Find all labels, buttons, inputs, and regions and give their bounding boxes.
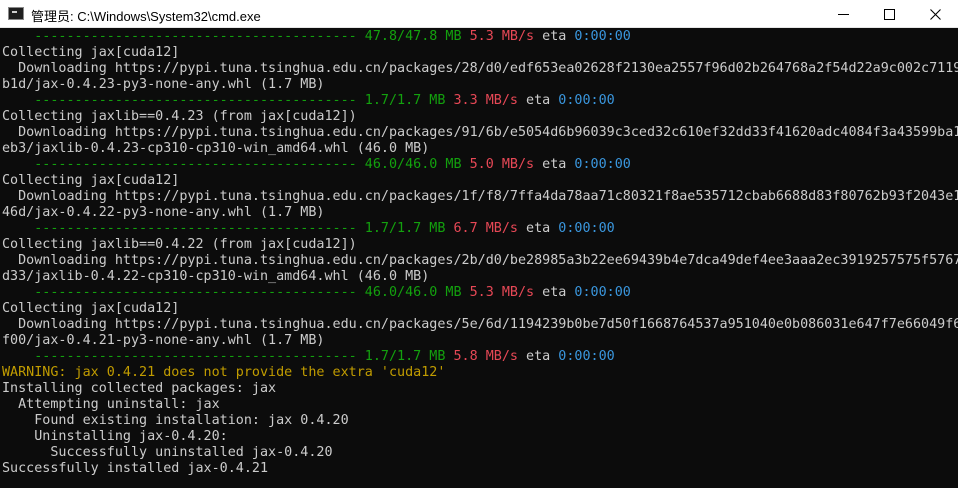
console-text: eta	[542, 285, 575, 300]
console-text: 0:00:00	[574, 29, 631, 44]
console-text: ----------------------------------------	[2, 93, 365, 108]
console-text: 5.3 MB/s	[469, 285, 543, 300]
console-text: 5.0 MB/s	[469, 157, 543, 172]
console-text: Collecting jaxlib==0.4.22 (from jax[cuda…	[2, 237, 357, 252]
console-line: Installing collected packages: jax	[2, 381, 276, 397]
console-text: eta	[542, 157, 575, 172]
cmd-app-icon[interactable]	[8, 7, 24, 20]
console-text: 0:00:00	[558, 349, 615, 364]
console-text: ----------------------------------------	[2, 349, 365, 364]
console-line: WARNING: jax 0.4.21 does not provide the…	[2, 365, 445, 381]
console-output[interactable]: ----------------------------------------…	[0, 28, 958, 488]
console-text: Successfully installed jax-0.4.21	[2, 461, 269, 476]
console-line: f00/jax-0.4.21-py3-none-any.whl (1.7 MB)	[2, 333, 324, 349]
console-line: 46d/jax-0.4.22-py3-none-any.whl (1.7 MB)	[2, 205, 324, 221]
console-line: ----------------------------------------…	[2, 29, 631, 45]
console-text: d33/jaxlib-0.4.22-cp310-cp310-win_amd64.…	[2, 269, 430, 284]
minimize-button[interactable]	[820, 0, 866, 28]
console-text: Installing collected packages: jax	[2, 381, 277, 396]
console-text: 0:00:00	[574, 157, 631, 172]
console-text: Downloading https://pypi.tuna.tsinghua.e…	[2, 61, 958, 76]
console-line: ----------------------------------------…	[2, 285, 631, 301]
console-line: Downloading https://pypi.tuna.tsinghua.e…	[2, 125, 958, 141]
console-text: eb3/jaxlib-0.4.23-cp310-cp310-win_amd64.…	[2, 141, 430, 156]
console-line: b1d/jax-0.4.23-py3-none-any.whl (1.7 MB)	[2, 77, 324, 93]
console-text: Downloading https://pypi.tuna.tsinghua.e…	[2, 253, 958, 268]
close-button[interactable]	[912, 0, 958, 28]
close-icon	[929, 8, 941, 20]
maximize-button[interactable]	[866, 0, 912, 28]
console-line: Collecting jaxlib==0.4.23 (from jax[cuda…	[2, 109, 357, 125]
console-text: ----------------------------------------	[2, 157, 365, 172]
console-text: 46.0/46.0 MB	[364, 285, 470, 300]
console-text: 5.8 MB/s	[453, 349, 527, 364]
console-text: Successfully uninstalled jax-0.4.20	[2, 445, 333, 460]
console-line: Downloading https://pypi.tuna.tsinghua.e…	[2, 253, 958, 269]
console-text: 0:00:00	[558, 221, 615, 236]
console-line: Downloading https://pypi.tuna.tsinghua.e…	[2, 61, 958, 77]
console-text: 6.7 MB/s	[453, 221, 527, 236]
console-line: Collecting jax[cuda12]	[2, 301, 179, 317]
console-text: ----------------------------------------	[2, 285, 365, 300]
console-text: 46.0/46.0 MB	[364, 157, 470, 172]
console-text: Collecting jax[cuda12]	[2, 173, 180, 188]
console-text: 1.7/1.7 MB	[364, 349, 454, 364]
console-line: Collecting jaxlib==0.4.22 (from jax[cuda…	[2, 237, 357, 253]
console-text: 0:00:00	[558, 93, 615, 108]
console-line: d33/jaxlib-0.4.22-cp310-cp310-win_amd64.…	[2, 269, 429, 285]
console-text: eta	[526, 221, 559, 236]
console-line: ----------------------------------------…	[2, 93, 615, 109]
console-text: b1d/jax-0.4.23-py3-none-any.whl (1.7 MB)	[2, 77, 325, 92]
console-line: ----------------------------------------…	[2, 157, 631, 173]
console-line: Collecting jax[cuda12]	[2, 173, 179, 189]
console-text: 0:00:00	[574, 285, 631, 300]
console-line: Successfully uninstalled jax-0.4.20	[2, 445, 333, 461]
console-text: 1.7/1.7 MB	[364, 221, 454, 236]
console-text: 47.8/47.8 MB	[364, 29, 470, 44]
console-line: eb3/jaxlib-0.4.23-cp310-cp310-win_amd64.…	[2, 141, 429, 157]
console-text: Attempting uninstall: jax	[2, 397, 220, 412]
console-text: Collecting jax[cuda12]	[2, 45, 180, 60]
console-text: 5.3 MB/s	[469, 29, 543, 44]
console-text: ----------------------------------------	[2, 221, 365, 236]
console-line: ----------------------------------------…	[2, 221, 615, 237]
console-text: Downloading https://pypi.tuna.tsinghua.e…	[2, 317, 958, 332]
console-line: Attempting uninstall: jax	[2, 397, 220, 413]
console-text: 3.3 MB/s	[453, 93, 527, 108]
console-line: Downloading https://pypi.tuna.tsinghua.e…	[2, 189, 958, 205]
console-line: Successfully installed jax-0.4.21	[2, 461, 268, 477]
console-line: Collecting jax[cuda12]	[2, 45, 179, 61]
console-line: Found existing installation: jax 0.4.20	[2, 413, 349, 429]
console-text: Downloading https://pypi.tuna.tsinghua.e…	[2, 189, 958, 204]
window-title: 管理员: C:\Windows\System32\cmd.exe	[31, 9, 261, 24]
console-text: Collecting jaxlib==0.4.23 (from jax[cuda…	[2, 109, 357, 124]
console-text: WARNING: jax 0.4.21 does not provide the…	[2, 365, 446, 380]
console-text: 46d/jax-0.4.22-py3-none-any.whl (1.7 MB)	[2, 205, 325, 220]
console-text: eta	[526, 349, 559, 364]
maximize-icon	[883, 8, 895, 20]
console-line: Uninstalling jax-0.4.20:	[2, 429, 228, 445]
console-line: Downloading https://pypi.tuna.tsinghua.e…	[2, 317, 958, 333]
console-text: 1.7/1.7 MB	[364, 93, 454, 108]
console-text: Downloading https://pypi.tuna.tsinghua.e…	[2, 125, 958, 140]
console-text: eta	[542, 29, 575, 44]
console-text: ----------------------------------------	[2, 29, 365, 44]
minimize-icon	[837, 13, 849, 15]
console-text: eta	[526, 93, 559, 108]
console-line: ----------------------------------------…	[2, 349, 615, 365]
console-text: Collecting jax[cuda12]	[2, 301, 180, 316]
console-text: Uninstalling jax-0.4.20:	[2, 429, 228, 444]
title-bar[interactable]: 管理员: C:\Windows\System32\cmd.exe	[0, 0, 958, 28]
console-text: f00/jax-0.4.21-py3-none-any.whl (1.7 MB)	[2, 333, 325, 348]
console-text: Found existing installation: jax 0.4.20	[2, 413, 349, 428]
